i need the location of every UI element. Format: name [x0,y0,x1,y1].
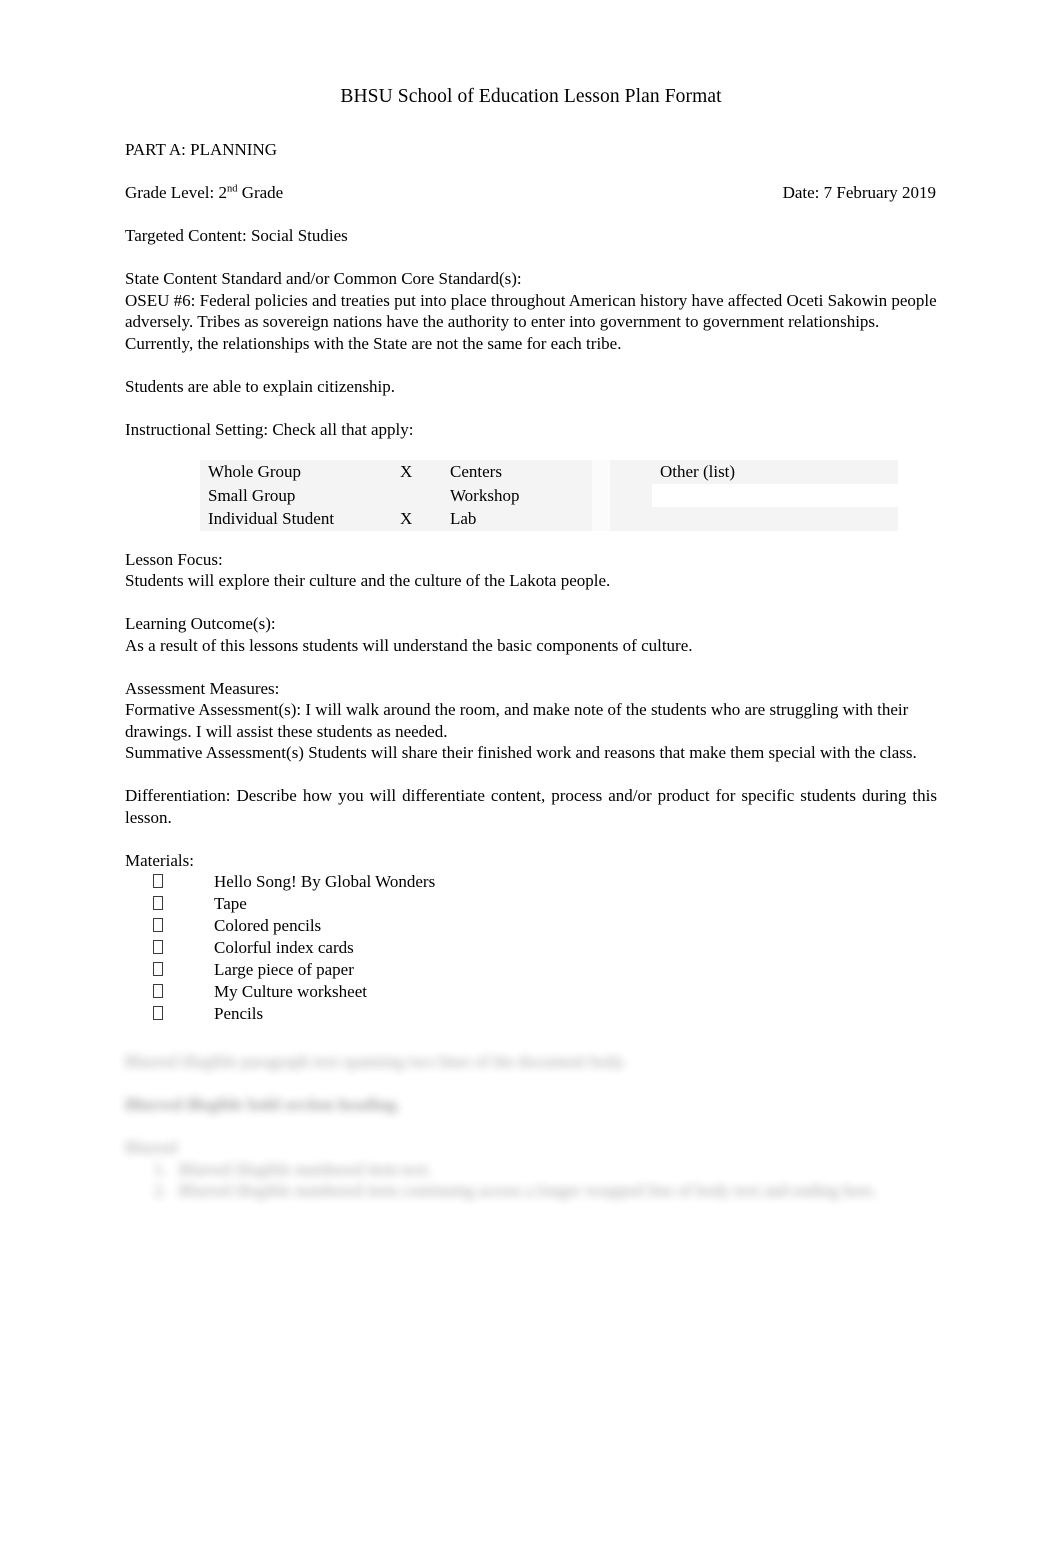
other-list-input[interactable] [660,484,892,505]
bullet-glyph-icon [153,874,163,888]
page-title: BHSU School of Education Lesson Plan For… [340,86,722,107]
lesson-focus-body: Students will explore their culture and … [125,571,611,590]
bullet-glyph-icon [153,962,163,976]
obscured-section-heading: Blurred illegible bold section heading. [125,1095,401,1114]
setting-other-input-cell [652,483,898,507]
material-label: Colored pencils [214,916,322,935]
setting-gap-cell [592,483,610,507]
bullet-glyph-icon [153,918,163,932]
grade-level-label: Grade Level: 2 [125,183,227,202]
list-item: My Culture worksheet [125,981,937,1003]
setting-mark-centers[interactable] [610,460,652,484]
setting-mark-workshop[interactable] [610,483,652,507]
table-row: Whole Group X Centers Other (list) [200,460,898,484]
setting-mark-small-group[interactable] [400,483,442,507]
setting-other-empty-cell [652,507,898,531]
instructional-setting-table: Whole Group X Centers Other (list) Small… [200,460,898,531]
setting-gap-cell [592,460,610,484]
setting-option-centers[interactable]: Centers [442,460,592,484]
obscured-paragraph: Blurred illegible paragraph text spannin… [125,1052,627,1071]
list-item: Tape [125,893,937,915]
setting-mark-lab[interactable] [610,507,652,531]
materials-heading: Materials: [125,850,194,870]
bullet-glyph-icon [153,984,163,998]
part-a-heading: PART A: PLANNING [125,140,278,159]
obscured-numbered-list: Blurred illegible numbered item text. Bl… [125,1159,937,1202]
bullet-glyph-icon [153,1006,163,1020]
list-item: Pencils [125,1003,937,1025]
list-item: Blurred illegible numbered item text. [171,1159,937,1181]
standard-heading: State Content Standard and/or Common Cor… [125,269,522,288]
list-item: Colored pencils [125,915,937,937]
setting-option-whole-group[interactable]: Whole Group [200,460,400,484]
bullet-glyph-icon [153,896,163,910]
material-label: Pencils [214,1004,264,1023]
table-row: Individual Student X Lab [200,507,898,531]
setting-gap-cell [592,507,610,531]
instructional-setting-heading: Instructional Setting: Check all that ap… [125,419,414,439]
materials-list: Hello Song! By Global Wonders Tape Color… [125,871,937,1025]
setting-option-lab[interactable]: Lab [442,507,592,531]
instructional-setting-rows: Whole Group X Centers Other (list) Small… [200,460,898,531]
list-item: Colorful index cards [125,937,937,959]
material-label: Tape [214,894,247,913]
grade-level-suffix: Grade [237,183,284,202]
grade-level: Grade Level: 2nd Grade [125,182,283,204]
document-content: BHSU School of Education Lesson Plan For… [125,84,937,1202]
bullet-glyph-icon [153,940,163,954]
list-item: Large piece of paper [125,959,937,981]
lesson-focus-heading: Lesson Focus: [125,549,223,569]
list-item: Hello Song! By Global Wonders [125,871,937,893]
setting-option-individual-student[interactable]: Individual Student [200,507,400,531]
assessment-measures-heading: Assessment Measures: [125,678,280,698]
instructional-setting-table-wrap: Whole Group X Centers Other (list) Small… [125,460,937,531]
setting-mark-whole-group[interactable]: X [400,460,442,484]
formative-assessment: Formative Assessment(s): I will walk aro… [125,700,909,741]
summative-assessment: Summative Assessment(s) Students will sh… [125,743,917,762]
document-page: BHSU School of Education Lesson Plan For… [0,0,1062,1561]
grade-level-ordinal: nd [226,183,238,195]
material-label: Hello Song! By Global Wonders [214,872,436,891]
obscured-label: Blurred [125,1138,177,1157]
setting-option-small-group[interactable]: Small Group [200,483,400,507]
table-row: Small Group Workshop [200,483,898,507]
setting-option-workshop[interactable]: Workshop [442,483,592,507]
setting-option-other[interactable]: Other (list) [652,460,898,484]
lesson-date: Date: 7 February 2019 [782,183,936,202]
material-label: Colorful index cards [214,938,354,957]
learning-outcome-heading: Learning Outcome(s): [125,614,276,633]
obscured-region: Blurred illegible paragraph text spannin… [125,1051,937,1202]
differentiation: Differentiation: Describe how you will d… [125,786,937,827]
learning-outcome-body: As a result of this lessons students wil… [125,635,693,655]
material-label: Large piece of paper [214,960,354,979]
citizenship-note: Students are able to explain citizenship… [125,376,396,396]
standard-body: OSEU #6: Federal policies and treaties p… [125,290,937,353]
obscured-item-text: Blurred illegible numbered item text. [179,1159,432,1179]
grade-date-row: Grade Level: 2nd Grade Date: 7 February … [125,182,937,204]
obscured-item-text: Blurred illegible numbered item continui… [179,1181,877,1200]
setting-mark-individual-student[interactable]: X [400,507,442,531]
material-label: My Culture worksheet [214,982,367,1001]
list-item: Blurred illegible numbered item continui… [171,1180,937,1202]
targeted-content: Targeted Content: Social Studies [125,226,348,245]
